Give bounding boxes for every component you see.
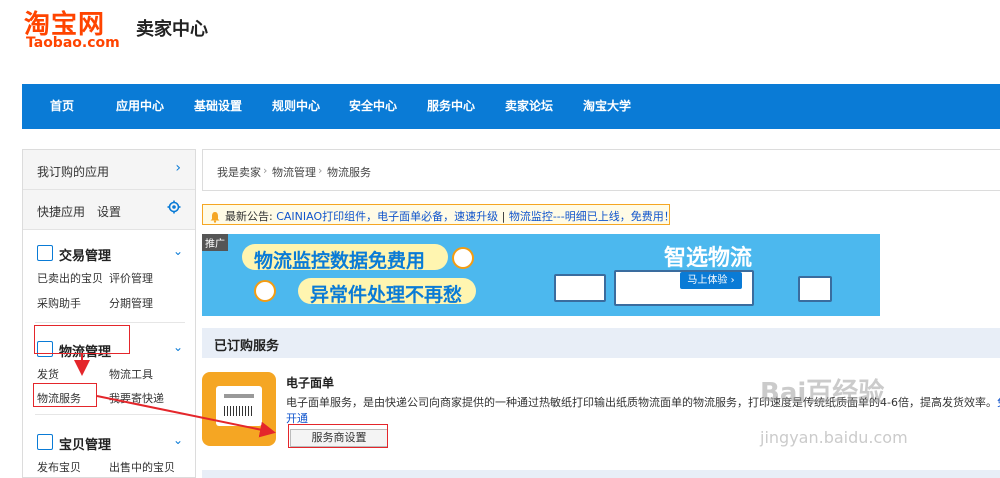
sidebar: 我订购的应用 › 快捷应用 设置 交易管理 ⌄ 已卖出的宝贝 评价管理 采购助手… [22,149,196,478]
sidebar-quick-apps: 快捷应用 设置 [23,190,195,230]
no-icon [452,247,474,269]
annotation-box-provider-settings [288,424,388,448]
chevron-down-icon[interactable]: ⌄ [173,340,183,354]
sidebar-item-reviews[interactable]: 评价管理 [109,270,153,286]
shirt-icon [37,434,53,450]
sidebar-group-trade: 交易管理 ⌄ 已卖出的宝贝 评价管理 采购助手 分期管理 [23,230,195,324]
nav-item-taobao-university[interactable]: 淘宝大学 [583,84,631,129]
chevron-right-icon: › [175,160,181,176]
banner-line-1: 物流监控数据免费用 [254,250,426,272]
bell-icon [209,208,221,223]
breadcrumb-item[interactable]: 物流管理 [272,164,316,180]
promo-banner[interactable]: 推广 物流监控数据免费用 异常件处理不再愁 智选物流 马上体验 › [202,234,880,316]
sidebar-item-logistics-tools[interactable]: 物流工具 [109,366,153,382]
promo-tag: 推广 [202,234,228,251]
breadcrumb-separator: › [318,164,323,177]
announcement-bar: 最新公告: CAINIAO打印组件，电子面单必备，速速升级 | 物流监控---明… [202,204,675,225]
page-title: 卖家中心 [136,19,208,40]
printer-paper [216,386,262,426]
gear-icon[interactable] [167,200,181,218]
breadcrumb-item[interactable]: 我是卖家 [217,164,261,180]
nav-item-rules-center[interactable]: 规则中心 [272,84,320,129]
breadcrumb-separator: › [263,164,268,177]
announcement-link-monitor[interactable]: 物流监控---明细已上线，免费用！ [509,210,675,223]
printer-slot [224,394,254,398]
nav-item-basic-settings[interactable]: 基础设置 [194,84,242,129]
breadcrumb: 我是卖家 › 物流管理 › 物流服务 [202,149,1000,191]
nav-item-home[interactable]: 首页 [50,84,74,129]
banner-line-2: 异常件处理不再愁 [310,284,463,306]
announcement-prefix: 最新公告: [225,210,277,223]
sidebar-item-purchase-assistant[interactable]: 采购助手 [37,295,81,311]
quick-apps-settings-link[interactable]: 设置 [97,203,121,220]
sidebar-quick-apps-label: 快捷应用 [37,205,86,219]
printer-icon[interactable] [202,372,276,446]
top-nav: 首页 应用中心 基础设置 规则中心 安全中心 服务中心 卖家论坛 淘宝大学 [22,84,1000,129]
breadcrumb-item: 物流服务 [327,166,371,179]
announcement-text: 最新公告: CAINIAO打印组件，电子面单必备，速速升级 | 物流监控---明… [225,208,675,224]
chevron-down-icon[interactable]: ⌄ [173,433,183,447]
logo-en-text: Taobao.com [26,35,120,51]
sidebar-group-items: 宝贝管理 ⌄ 发布宝贝 出售中的宝贝 [23,416,195,477]
sidebar-subscribed-apps-label: 我订购的应用 [37,165,110,179]
sidebar-item-sold-items[interactable]: 已卖出的宝贝 [37,270,103,286]
truck-icon [554,274,606,302]
sidebar-subscribed-apps[interactable]: 我订购的应用 › [23,150,195,190]
sidebar-group-trade-title[interactable]: 交易管理 [59,245,111,264]
banner-cta-button[interactable]: 马上体验 › [680,272,742,289]
clock-icon [254,280,276,302]
annotation-box-logistics-service [33,383,97,407]
baidu-jingyan-watermark: Bai百经验 jingyan.baidu.com [760,372,1000,472]
taobao-logo[interactable]: 淘宝网 Taobao.com [24,4,134,52]
watermark-main: Bai百经验 [760,378,885,408]
nav-item-service-center[interactable]: 服务中心 [427,84,475,129]
banner-brand: 智选物流 [664,246,753,271]
watermark-sub: jingyan.baidu.com [760,428,908,447]
announcement-sep: | [498,210,509,223]
scooter-icon [798,276,832,302]
sidebar-item-publish-item[interactable]: 发布宝贝 [37,459,81,475]
annotation-box-logistics [34,325,130,354]
sidebar-item-installment[interactable]: 分期管理 [109,295,153,311]
chevron-down-icon[interactable]: ⌄ [173,244,183,258]
trade-icon [37,245,53,261]
sidebar-item-send-express[interactable]: 我要寄快递 [109,390,164,406]
nav-item-security-center[interactable]: 安全中心 [349,84,397,129]
nav-item-seller-forum[interactable]: 卖家论坛 [505,84,553,129]
subscribed-section-header: 已订购服务 [202,328,1000,358]
barcode-icon [224,406,254,416]
nav-item-app-center[interactable]: 应用中心 [116,84,164,129]
divider [35,414,185,415]
sidebar-item-items-on-sale[interactable]: 出售中的宝贝 [109,459,175,475]
announcement-link-cainiao[interactable]: CAINIAO打印组件，电子面单必备，速速升级 [276,210,498,223]
sidebar-item-ship[interactable]: 发货 [37,366,59,382]
subscribed-section-title: 已订购服务 [214,339,280,354]
divider [35,322,185,323]
service-name[interactable]: 电子面单 [286,374,334,391]
sidebar-group-items-title[interactable]: 宝贝管理 [59,434,111,453]
